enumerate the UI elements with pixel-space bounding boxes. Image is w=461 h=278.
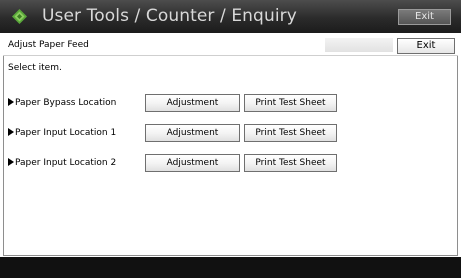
arrow-right-icon	[8, 158, 14, 166]
instruction-text: Select item.	[8, 63, 62, 73]
item-label-text: Paper Bypass Location	[15, 98, 117, 108]
header-shade	[325, 38, 393, 52]
item-label-text: Paper Input Location 2	[15, 158, 117, 168]
exit-button[interactable]: Exit	[397, 38, 455, 54]
screen: User Tools / Counter / Enquiry Exit Adju…	[0, 0, 461, 278]
item-label-text: Paper Input Location 1	[15, 128, 117, 138]
content-frame	[3, 36, 458, 256]
adjustment-button-input-2[interactable]: Adjustment	[145, 154, 240, 172]
arrow-right-icon	[8, 98, 14, 106]
page-title: Adjust Paper Feed	[8, 40, 89, 50]
print-test-sheet-button-input-1[interactable]: Print Test Sheet	[244, 124, 337, 142]
window-title: User Tools / Counter / Enquiry	[42, 6, 297, 26]
item-label-paper-input-location-1: Paper Input Location 1	[8, 128, 116, 138]
adjustment-button-input-1[interactable]: Adjustment	[145, 124, 240, 142]
item-label-paper-bypass-location: Paper Bypass Location	[8, 98, 116, 108]
adjustment-button-paper-bypass[interactable]: Adjustment	[145, 94, 240, 112]
title-bar: User Tools / Counter / Enquiry Exit	[0, 0, 461, 33]
title-exit-button[interactable]: Exit	[398, 9, 451, 25]
item-label-paper-input-location-2: Paper Input Location 2	[8, 158, 116, 168]
bottom-status-bar	[0, 257, 461, 278]
print-test-sheet-button-paper-bypass[interactable]: Print Test Sheet	[244, 94, 337, 112]
arrow-right-icon	[8, 128, 14, 136]
green-diamond-icon	[12, 9, 27, 24]
print-test-sheet-button-input-2[interactable]: Print Test Sheet	[244, 154, 337, 172]
